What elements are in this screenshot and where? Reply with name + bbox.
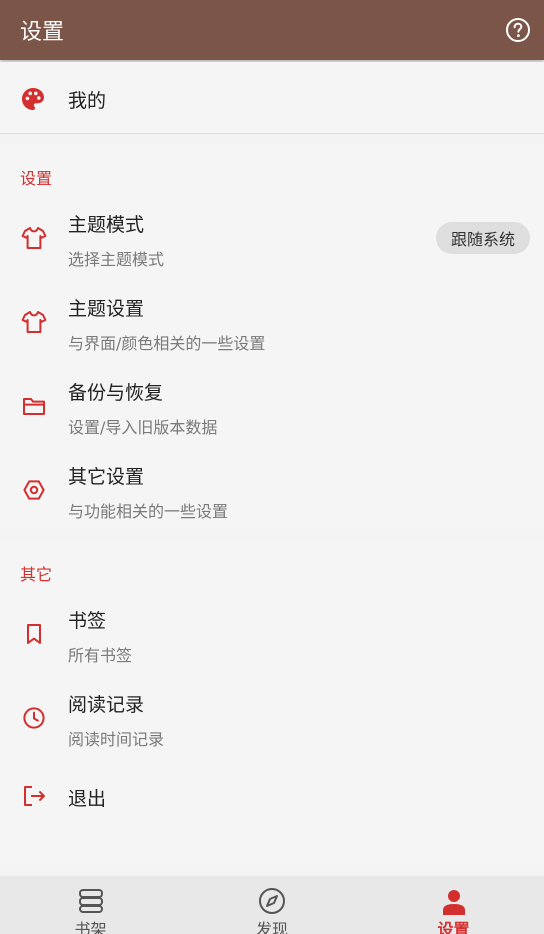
hexagon-settings-icon (20, 476, 48, 504)
bookmarks-item[interactable]: 书签 所有书签 (0, 592, 544, 676)
nav-bookshelf-label: 书架 (74, 920, 107, 934)
theme-settings-title: 主题设置 (68, 298, 145, 320)
palette-icon (22, 88, 44, 110)
bookmarks-subtitle: 所有书签 (68, 646, 133, 665)
nav-discover-label: 发现 (255, 920, 288, 934)
logout-title: 退出 (68, 788, 107, 810)
logout-item[interactable]: 退出 (0, 766, 544, 828)
nav-bookshelf[interactable]: 书架 (0, 876, 181, 934)
bookmarks-title: 书签 (68, 610, 107, 632)
other-settings-item[interactable]: 其它设置 与功能相关的一些设置 (0, 448, 544, 532)
logout-icon (20, 782, 48, 810)
question-circle-icon (506, 18, 530, 42)
backup-restore-title: 备份与恢复 (68, 382, 164, 404)
theme-mode-title: 主题模式 (68, 214, 145, 236)
shirt-icon (20, 308, 48, 336)
person-icon (442, 890, 465, 915)
mine-label: 我的 (68, 90, 107, 112)
bottom-nav: 书架 发现 设置 (0, 876, 544, 934)
other-settings-subtitle: 与功能相关的一些设置 (68, 502, 229, 521)
nav-discover[interactable]: 发现 (181, 876, 363, 934)
help-button[interactable] (504, 16, 532, 44)
reading-history-title: 阅读记录 (68, 694, 145, 716)
other-settings-title: 其它设置 (68, 466, 145, 488)
clock-icon (20, 704, 48, 732)
backup-restore-subtitle: 设置/导入旧版本数据 (68, 418, 218, 437)
theme-mode-subtitle: 选择主题模式 (68, 250, 165, 269)
reading-history-subtitle: 阅读时间记录 (68, 730, 165, 749)
bookmark-icon (20, 620, 48, 648)
nav-settings[interactable]: 设置 (363, 876, 544, 934)
compass-icon (259, 888, 285, 914)
shirt-icon (20, 224, 48, 252)
theme-mode-value-chip[interactable]: 跟随系统 (435, 222, 530, 254)
theme-settings-item[interactable]: 主题设置 与界面/颜色相关的一些设置 (0, 280, 544, 364)
other-section-title: 其它 (20, 565, 53, 584)
settings-section-title: 设置 (20, 169, 53, 188)
mine-item[interactable]: 我的 (0, 62, 544, 134)
bookshelf-icon (78, 889, 103, 913)
folder-icon (20, 392, 48, 420)
nav-settings-label: 设置 (437, 920, 470, 934)
reading-history-item[interactable]: 阅读记录 阅读时间记录 (0, 676, 544, 760)
app-bar: 设置 (0, 0, 544, 60)
theme-settings-subtitle: 与界面/颜色相关的一些设置 (68, 334, 266, 353)
page-title: 设置 (20, 20, 65, 45)
backup-restore-item[interactable]: 备份与恢复 设置/导入旧版本数据 (0, 364, 544, 448)
